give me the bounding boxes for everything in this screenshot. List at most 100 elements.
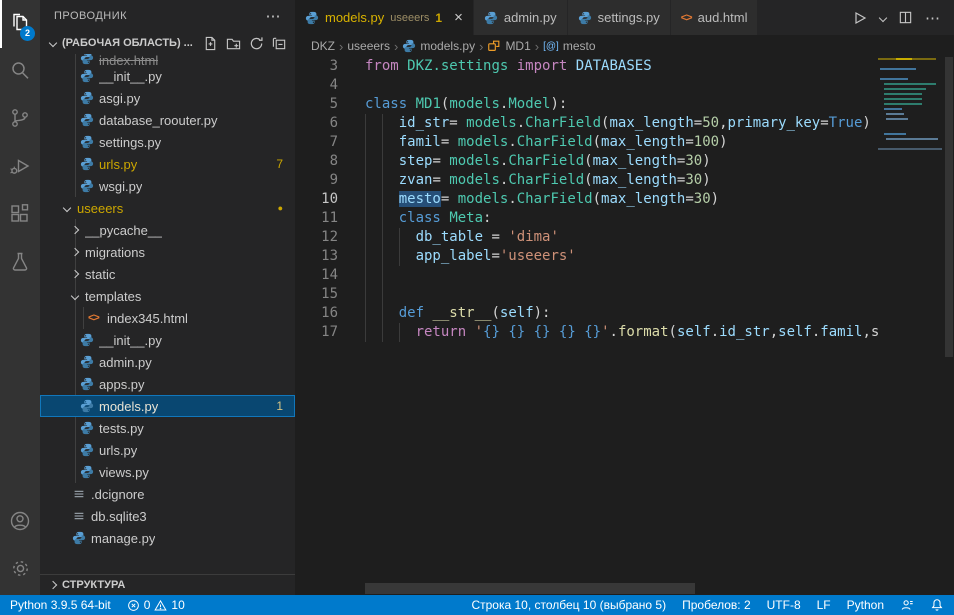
- refresh-icon[interactable]: [249, 36, 264, 51]
- tree-item-admin-py[interactable]: admin.py: [40, 351, 295, 373]
- indent-guide: [382, 190, 383, 209]
- explorer-more-icon[interactable]: ⋯: [266, 7, 282, 25]
- tree-item-views-py[interactable]: views.py: [40, 461, 295, 483]
- vertical-scrollbar-thumb[interactable]: [945, 57, 953, 357]
- tree-item-templates[interactable]: templates: [40, 285, 295, 307]
- tree-item-urls-py[interactable]: urls.py: [40, 439, 295, 461]
- breadcrumb-item-useeers[interactable]: useeers: [347, 39, 390, 53]
- tree-item-pycache[interactable]: __pycache__: [40, 219, 295, 241]
- explorer-badge: 2: [20, 26, 35, 41]
- tree-item-init-py[interactable]: __init__.py: [40, 329, 295, 351]
- activity-account[interactable]: [0, 499, 40, 547]
- tree-item-init-py[interactable]: __init__.py: [40, 65, 295, 87]
- breadcrumb-separator: ›: [535, 39, 539, 54]
- tree-item-index-html[interactable]: index.html: [40, 54, 295, 65]
- close-icon[interactable]: ×: [454, 10, 463, 25]
- code-line-content: zvan= models.CharField(max_length=30): [365, 171, 711, 190]
- workspace-section-header[interactable]: (РАБОЧАЯ ОБЛАСТЬ) ...: [40, 32, 295, 54]
- indent-guide: [382, 285, 383, 304]
- line-number: 6: [295, 114, 338, 133]
- activity-explorer[interactable]: 2: [0, 0, 40, 48]
- tree-item-models-py[interactable]: models.py1: [40, 395, 295, 417]
- tree-item-static[interactable]: static: [40, 263, 295, 285]
- code-line-content: famil= models.CharField(max_length=100): [365, 133, 728, 152]
- tab-admin-py[interactable]: admin.py: [474, 0, 568, 35]
- line-number: 13: [295, 247, 338, 266]
- status-python-interpreter[interactable]: Python 3.9.5 64-bit: [10, 598, 111, 612]
- tree-item-label: useeers: [77, 201, 123, 216]
- tree-item-migrations[interactable]: migrations: [40, 241, 295, 263]
- status-language-mode[interactable]: Python: [847, 598, 884, 612]
- explorer-header: ПРОВОДНИК ⋯: [40, 0, 295, 32]
- code-line-6: 6 id_str= models.CharField(max_length=50…: [295, 114, 954, 133]
- breadcrumb-item-mesto[interactable]: [@]mesto: [543, 39, 595, 53]
- python-icon: [80, 54, 96, 65]
- activity-settings[interactable]: [0, 547, 40, 595]
- activity-search[interactable]: [0, 48, 40, 96]
- tree-item-wsgi-py[interactable]: wsgi.py: [40, 175, 295, 197]
- activity-source-control[interactable]: [0, 96, 40, 144]
- split-editor-button[interactable]: [898, 10, 913, 25]
- symbol-class-icon: [487, 39, 501, 53]
- bell-icon: [930, 598, 944, 612]
- new-file-icon[interactable]: [203, 36, 218, 51]
- tree-item-apps-py[interactable]: apps.py: [40, 373, 295, 395]
- minimap[interactable]: [878, 57, 944, 595]
- status-cursor-position[interactable]: Строка 10, столбец 10 (выбрано 5): [471, 598, 666, 612]
- breadcrumb-item-dkz[interactable]: DKZ: [311, 39, 335, 53]
- tab-settings-py[interactable]: settings.py: [568, 0, 671, 35]
- breadcrumb-item-models-py[interactable]: models.py: [402, 39, 475, 53]
- editor-actions: ⋯: [838, 0, 954, 35]
- line-number: 14: [295, 266, 338, 285]
- indent-guide: [365, 266, 366, 285]
- code-line-content: def __str__(self):: [365, 304, 550, 323]
- outline-title: СТРУКТУРА: [62, 579, 125, 591]
- file-icon: [72, 509, 88, 523]
- status-indentation[interactable]: Пробелов: 2: [682, 598, 751, 612]
- indent-guide: [365, 323, 366, 342]
- tree-item-label: index.html: [99, 54, 158, 65]
- more-actions-button[interactable]: ⋯: [925, 9, 940, 27]
- tab-models-py[interactable]: models.pyuseeers1×: [295, 0, 474, 35]
- tree-item-database-roouter-py[interactable]: database_roouter.py: [40, 109, 295, 131]
- run-dropdown-chevron-icon[interactable]: [880, 15, 886, 21]
- horizontal-scrollbar-thumb[interactable]: [365, 583, 695, 594]
- outline-section-header[interactable]: СТРУКТУРА: [40, 574, 295, 595]
- indent-guide: [382, 323, 383, 342]
- code-line-content: class Meta:: [365, 209, 491, 228]
- status-feedback[interactable]: [900, 598, 914, 612]
- source-control-icon: [8, 106, 32, 135]
- status-encoding[interactable]: UTF-8: [767, 598, 801, 612]
- line-number: 17: [295, 323, 338, 342]
- indent-guide: [365, 285, 366, 304]
- activity-testing[interactable]: [0, 240, 40, 288]
- new-folder-icon[interactable]: [226, 36, 241, 51]
- tree-item-manage-py[interactable]: manage.py: [40, 527, 295, 549]
- tab-label: admin.py: [504, 10, 557, 25]
- vertical-scrollbar[interactable]: [944, 57, 954, 595]
- activity-run-debug[interactable]: [0, 144, 40, 192]
- status-problems[interactable]: 010: [127, 598, 185, 612]
- status-eol[interactable]: LF: [817, 598, 831, 612]
- tree-item-useeers[interactable]: useeers●: [40, 197, 295, 219]
- status-notifications[interactable]: [930, 598, 944, 612]
- tree-item-settings-py[interactable]: settings.py: [40, 131, 295, 153]
- indent-guide: [382, 209, 383, 228]
- activity-extensions[interactable]: [0, 192, 40, 240]
- tree-item-dcignore[interactable]: .dcignore: [40, 483, 295, 505]
- tree-item-index345-html[interactable]: <>index345.html: [40, 307, 295, 329]
- code-line-content: id_str= models.CharField(max_length=50,p…: [365, 114, 871, 133]
- tree-item-db-sqlite3[interactable]: db.sqlite3: [40, 505, 295, 527]
- debug-icon: [8, 154, 32, 183]
- tree-item-asgi-py[interactable]: asgi.py: [40, 87, 295, 109]
- tree-item-urls-py[interactable]: urls.py7: [40, 153, 295, 175]
- code-line-content: db_table = 'dima': [365, 228, 559, 247]
- chevron-right-icon: [71, 248, 79, 256]
- run-python-file-button[interactable]: [852, 10, 868, 26]
- tree-item-label: __init__.py: [99, 333, 162, 348]
- tree-item-tests-py[interactable]: tests.py: [40, 417, 295, 439]
- breadcrumb-item-md1[interactable]: MD1: [487, 39, 530, 53]
- code-editor[interactable]: 3from DKZ.settings import DATABASES45cla…: [295, 57, 954, 595]
- collapse-all-icon[interactable]: [272, 36, 287, 51]
- tab-aud-html[interactable]: <>aud.html: [671, 0, 759, 35]
